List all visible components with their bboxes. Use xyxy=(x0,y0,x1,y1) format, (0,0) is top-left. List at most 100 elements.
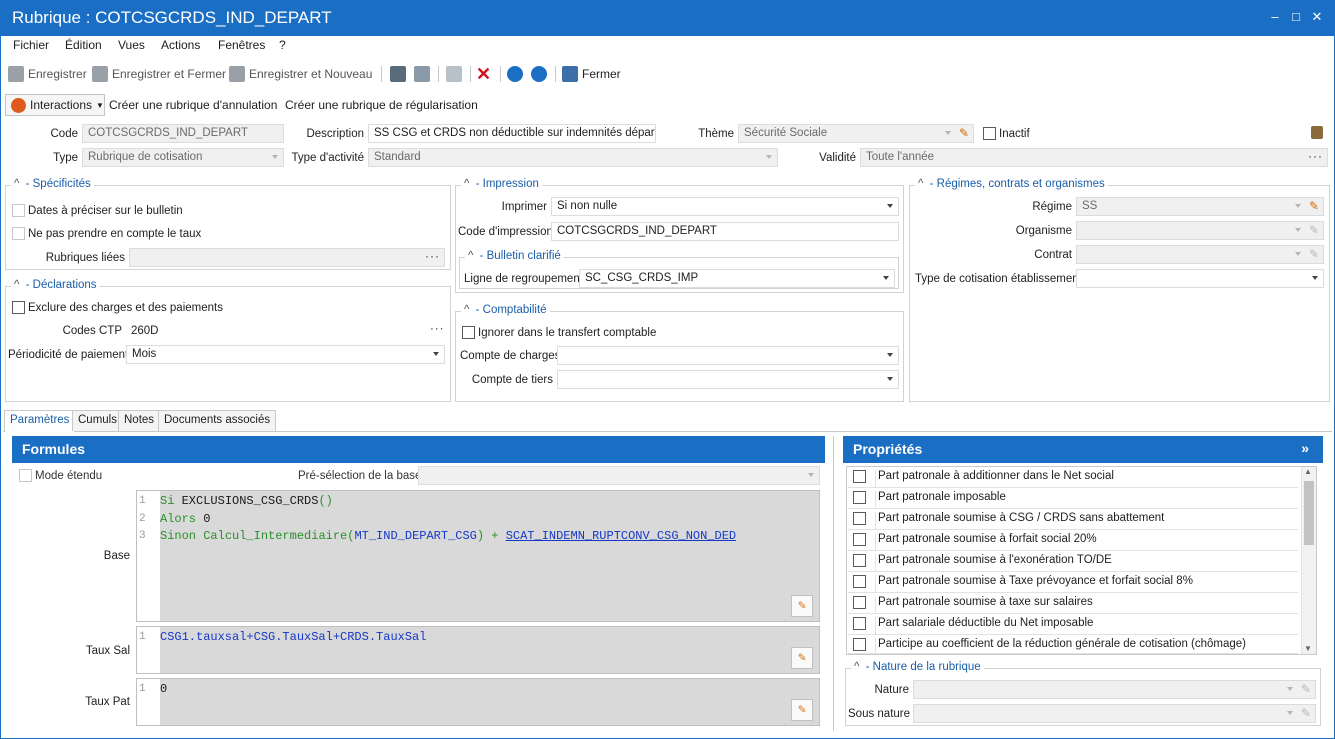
scroll-down-icon[interactable]: ▼ xyxy=(1304,644,1312,653)
regime-select[interactable]: SS ✎ xyxy=(1076,197,1324,216)
comptabilite-title[interactable]: ^ - Comptabilité xyxy=(461,304,550,316)
menu-fichier[interactable]: Fichier xyxy=(13,38,49,52)
list-item[interactable]: Part patronale soumise à taxe sur salair… xyxy=(848,593,1298,614)
print-preview-button[interactable] xyxy=(414,64,430,84)
next-button[interactable] xyxy=(531,64,547,84)
property-checkbox[interactable] xyxy=(853,575,866,588)
property-checkbox[interactable] xyxy=(853,638,866,651)
declarations-title[interactable]: ^ - Déclarations xyxy=(11,279,100,291)
maximize-button[interactable]: □ xyxy=(1287,8,1305,26)
chevron-down-icon xyxy=(887,353,893,357)
preselection-select[interactable] xyxy=(418,466,820,485)
menu-edition[interactable]: Édition xyxy=(65,38,102,52)
print-button[interactable] xyxy=(390,64,406,84)
sous-nature-select[interactable]: ✎ xyxy=(913,704,1316,723)
compte-tiers-select[interactable] xyxy=(557,370,899,389)
edit-pencil-icon[interactable]: ✎ xyxy=(959,126,969,140)
list-item[interactable]: Part salariale déductible du Net imposab… xyxy=(848,614,1298,635)
property-checkbox[interactable] xyxy=(853,617,866,630)
ellipsis-icon[interactable]: ··· xyxy=(425,249,440,263)
validity-field[interactable]: Toute l'année ··· xyxy=(860,148,1328,167)
fermer-button[interactable]: Fermer xyxy=(562,64,621,84)
activity-select[interactable]: Standard xyxy=(368,148,778,167)
edit-base-button[interactable]: ✎ xyxy=(791,595,813,617)
list-item[interactable]: Part patronale soumise à Taxe prévoyance… xyxy=(848,572,1298,593)
tab-notes[interactable]: Notes xyxy=(118,410,161,431)
compte-charges-select[interactable] xyxy=(557,346,899,365)
nature-select[interactable]: ✎ xyxy=(913,680,1316,699)
impression-title[interactable]: ^ - Impression xyxy=(461,178,542,190)
property-checkbox[interactable] xyxy=(853,470,866,483)
list-item[interactable]: Participe au coefficient de la réduction… xyxy=(848,635,1298,654)
regul-rubrique-button[interactable]: Créer une rubrique de régularisation xyxy=(285,98,478,112)
copy-button[interactable] xyxy=(446,64,462,84)
organisme-select[interactable]: ✎ xyxy=(1076,221,1324,240)
property-checkbox[interactable] xyxy=(853,491,866,504)
collapse-panel-icon[interactable]: » xyxy=(1301,440,1309,456)
description-field[interactable]: SS CSG et CRDS non déductible sur indemn… xyxy=(368,124,656,143)
edit-pencil-icon[interactable]: ✎ xyxy=(1309,247,1319,261)
ellipsis-icon[interactable]: ··· xyxy=(430,323,445,335)
taux-sal-editor[interactable]: 1 CSG1.tauxsal+CSG.TauxSal+CRDS.TauxSal … xyxy=(136,626,820,674)
imprimer-select[interactable]: Si non nulle xyxy=(551,197,899,216)
ignorer-checkbox[interactable] xyxy=(462,326,475,339)
delete-button[interactable]: ✕ xyxy=(476,64,491,84)
inactif-checkbox[interactable] xyxy=(983,127,996,140)
tab-parametres[interactable]: Paramètres xyxy=(4,410,76,432)
menu-help[interactable]: ? xyxy=(279,38,286,52)
edit-pencil-icon[interactable]: ✎ xyxy=(1301,682,1311,696)
edit-pencil-icon[interactable]: ✎ xyxy=(1309,199,1319,213)
code-field[interactable]: COTCSGCRDS_IND_DEPART xyxy=(82,124,284,143)
dates-checkbox[interactable] xyxy=(12,204,25,217)
scrollbar[interactable]: ▲ ▼ xyxy=(1301,467,1316,654)
theme-select[interactable]: Sécurité Sociale ✎ xyxy=(738,124,974,143)
tab-documents[interactable]: Documents associés xyxy=(158,410,277,431)
edit-taux-pat-button[interactable]: ✎ xyxy=(791,699,813,721)
panel-splitter[interactable] xyxy=(833,436,834,731)
list-item[interactable]: Part patronale soumise à l'exonération T… xyxy=(848,551,1298,572)
edit-taux-sal-button[interactable]: ✎ xyxy=(791,647,813,669)
menu-vues[interactable]: Vues xyxy=(118,38,145,52)
taux-pat-editor[interactable]: 1 0 ✎ xyxy=(136,678,820,726)
list-item[interactable]: Part patronale soumise à forfait social … xyxy=(848,530,1298,551)
edit-pencil-icon[interactable]: ✎ xyxy=(1309,223,1319,237)
specificites-title[interactable]: ^ - Spécificités xyxy=(11,178,94,190)
type-select[interactable]: Rubrique de cotisation xyxy=(82,148,284,167)
close-window-button[interactable]: ✕ xyxy=(1308,8,1326,26)
property-checkbox[interactable] xyxy=(853,596,866,609)
property-checkbox[interactable] xyxy=(853,533,866,546)
cancel-rubrique-button[interactable]: Créer une rubrique d'annulation xyxy=(109,98,277,112)
edit-pencil-icon[interactable]: ✎ xyxy=(1301,706,1311,720)
exclure-checkbox[interactable] xyxy=(12,301,25,314)
property-checkbox[interactable] xyxy=(853,512,866,525)
base-editor[interactable]: 1 2 3 Si EXCLUSIONS_CSG_CRDS() Alors 0 Sinon… xyxy=(136,490,820,622)
bulletin-title[interactable]: ^ - Bulletin clarifié xyxy=(465,250,564,262)
contrat-select[interactable]: ✎ xyxy=(1076,245,1324,264)
menu-actions[interactable]: Actions xyxy=(161,38,200,52)
ligne-regroupement-select[interactable]: SC_CSG_CRDS_IMP xyxy=(579,269,895,288)
periodicite-select[interactable]: Mois xyxy=(126,345,445,364)
taux-checkbox[interactable] xyxy=(12,227,25,240)
regimes-title[interactable]: ^ - Régimes, contrats et organismes xyxy=(915,178,1108,190)
interactions-dropdown[interactable]: Interactions ▼ xyxy=(5,94,105,116)
save-new-button[interactable]: Enregistrer et Nouveau xyxy=(229,64,372,84)
list-item[interactable]: Part patronale soumise à CSG / CRDS sans… xyxy=(848,509,1298,530)
rubriques-liees-field[interactable]: ··· xyxy=(129,248,445,267)
list-item[interactable]: Part patronale à additionner dans le Net… xyxy=(848,467,1298,488)
code-impression-field[interactable]: COTCSGCRDS_IND_DEPART xyxy=(551,222,899,241)
code-link[interactable]: SCAT_INDEMN_RUPTCONV_CSG_NON_DED xyxy=(506,529,736,543)
mode-etendu-checkbox[interactable] xyxy=(19,469,32,482)
tab-cumuls[interactable]: Cumuls xyxy=(72,410,123,431)
previous-button[interactable] xyxy=(507,64,523,84)
save-button[interactable]: Enregistrer xyxy=(8,64,87,84)
list-item[interactable]: Part patronale imposable xyxy=(848,488,1298,509)
ellipsis-icon[interactable]: ··· xyxy=(1308,149,1323,163)
property-checkbox[interactable] xyxy=(853,554,866,567)
scrollbar-thumb[interactable] xyxy=(1304,481,1314,545)
nature-title[interactable]: ^ - Nature de la rubrique xyxy=(851,661,984,673)
menu-fenetres[interactable]: Fenêtres xyxy=(218,38,265,52)
minimize-button[interactable]: – xyxy=(1266,8,1284,26)
type-cotisation-select[interactable] xyxy=(1076,269,1324,288)
scroll-up-icon[interactable]: ▲ xyxy=(1304,467,1312,476)
save-close-button[interactable]: Enregistrer et Fermer xyxy=(92,64,226,84)
